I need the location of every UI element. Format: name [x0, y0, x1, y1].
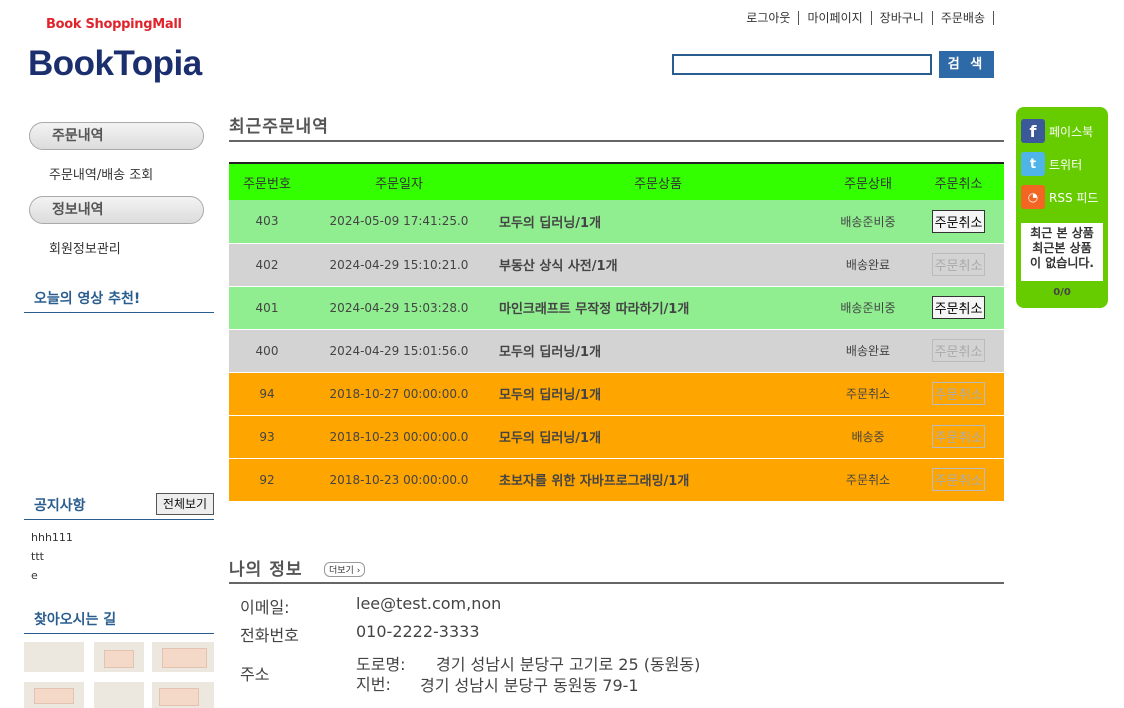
rss-label: RSS 피드: [1049, 190, 1099, 205]
col-product: 주문상품: [493, 162, 823, 200]
order-no: 92: [229, 458, 305, 502]
facebook-link[interactable]: f 페이스북: [1021, 119, 1093, 143]
myinfo-divider: [229, 582, 1004, 584]
order-product[interactable]: 모두의 딥러닝/1개: [493, 329, 823, 373]
lot-address-value: 경기 성남시 분당구 동원동 79-1: [420, 676, 639, 695]
cancel-order-button: 주문취소: [931, 425, 986, 448]
directions-heading: 찾아오시는 길: [24, 609, 214, 634]
sidebar-item-order-lookup[interactable]: 주문내역/배송 조회: [49, 164, 153, 183]
cancel-order-button[interactable]: 주문취소: [931, 209, 986, 233]
recent-products-title: 최근 본 상품: [1030, 226, 1094, 240]
address-label: 주소: [240, 665, 270, 684]
table-row: 400 2024-04-29 15:01:56.0 모두의 딥러닝/1개 배송완…: [229, 329, 1004, 373]
nav-order-delivery[interactable]: 주문배송: [933, 11, 994, 25]
sidebar-section-info: 정보내역: [29, 196, 204, 224]
rss-link[interactable]: ◔ RSS 피드: [1021, 185, 1098, 209]
recent-products-empty-line1: 최근본 상품: [1032, 241, 1092, 255]
table-row: 93 2018-10-23 00:00:00.0 모두의 딥러닝/1개 배송중 …: [229, 415, 1004, 459]
order-date: 2024-05-09 17:41:25.0: [305, 200, 493, 244]
orders-title: 최근주문내역: [229, 117, 329, 137]
order-product[interactable]: 초보자를 위한 자바프로그래밍/1개: [493, 458, 823, 502]
email-value: lee@test.com,non: [356, 594, 502, 613]
order-product[interactable]: 모두의 딥러닝/1개: [493, 200, 823, 244]
order-status: 배송완료: [823, 243, 913, 287]
order-date: 2024-04-29 15:03:28.0: [305, 286, 493, 330]
recent-products-counter: 0/0: [1053, 287, 1071, 298]
twitter-icon: t: [1021, 152, 1045, 176]
order-status: 주문취소: [823, 372, 913, 416]
order-date: 2024-04-29 15:10:21.0: [305, 243, 493, 287]
sidebar-item-member-info[interactable]: 회원정보관리: [49, 238, 121, 257]
notice-item[interactable]: hhh111: [31, 531, 73, 544]
col-cancel: 주문취소: [913, 162, 1004, 200]
col-status: 주문상태: [823, 162, 913, 200]
order-no: 400: [229, 329, 305, 373]
twitter-label: 트위터: [1049, 157, 1083, 172]
phone-label: 전화번호: [240, 626, 299, 645]
table-row: 402 2024-04-29 15:10:21.0 부동산 상식 사전/1개 배…: [229, 243, 1004, 287]
order-date: 2018-10-23 00:00:00.0: [305, 458, 493, 502]
notice-item[interactable]: ttt: [31, 550, 44, 563]
facebook-icon: f: [1021, 119, 1045, 143]
myinfo-more-button[interactable]: 더보기 ›: [324, 562, 366, 577]
order-no: 93: [229, 415, 305, 459]
twitter-link[interactable]: t 트위터: [1021, 152, 1082, 176]
order-status: 배송준비중: [823, 200, 913, 244]
order-product[interactable]: 부동산 상식 사전/1개: [493, 243, 823, 287]
nav-cart[interactable]: 장바구니: [872, 11, 933, 25]
cancel-order-button: 주문취소: [931, 339, 986, 362]
search-button[interactable]: 검 색: [939, 51, 994, 78]
myinfo-title: 나의 정보: [229, 560, 303, 580]
order-status: 주문취소: [823, 458, 913, 502]
table-row: 94 2018-10-27 00:00:00.0 모두의 딥러닝/1개 주문취소…: [229, 372, 1004, 416]
top-nav: 로그아웃 마이페이지 장바구니 주문배송: [738, 11, 994, 25]
notice-item[interactable]: e: [31, 569, 38, 582]
orders-divider: [229, 140, 1004, 142]
cancel-order-button: 주문취소: [931, 382, 986, 405]
order-date: 2018-10-23 00:00:00.0: [305, 415, 493, 459]
orders-header-row: 주문번호 주문일자 주문상품 주문상태 주문취소: [229, 162, 1004, 200]
table-row: 403 2024-05-09 17:41:25.0 모두의 딥러닝/1개 배송준…: [229, 200, 1004, 244]
cancel-order-button: 주문취소: [931, 468, 986, 491]
brand-subtitle: Book ShoppingMall: [46, 17, 182, 32]
order-no: 401: [229, 286, 305, 330]
order-status: 배송완료: [823, 329, 913, 373]
order-no: 403: [229, 200, 305, 244]
col-order-date: 주문일자: [305, 162, 493, 200]
phone-value: 010-2222-3333: [356, 622, 480, 641]
lot-address-label: 지번:: [356, 675, 391, 694]
brand-logo[interactable]: BookTopia: [28, 44, 202, 84]
recent-products-box: 최근 본 상품 최근본 상품 이 없습니다.: [1021, 223, 1103, 281]
recent-products-empty-line2: 이 없습니다.: [1030, 256, 1094, 270]
order-status: 배송중: [823, 415, 913, 459]
order-no: 402: [229, 243, 305, 287]
order-date: 2024-04-29 15:01:56.0: [305, 329, 493, 373]
order-product[interactable]: 모두의 딥러닝/1개: [493, 415, 823, 459]
orders-table: 주문번호 주문일자 주문상품 주문상태 주문취소 403 2024-05-09 …: [229, 162, 1004, 502]
order-no: 94: [229, 372, 305, 416]
directions-map[interactable]: [24, 642, 214, 708]
order-date: 2018-10-27 00:00:00.0: [305, 372, 493, 416]
email-label: 이메일:: [240, 598, 290, 617]
order-product[interactable]: 마인크래프트 무작정 따라하기/1개: [493, 286, 823, 330]
nav-logout[interactable]: 로그아웃: [738, 11, 800, 25]
cancel-order-button[interactable]: 주문취소: [931, 296, 986, 319]
notice-all-button[interactable]: 전체보기: [156, 493, 214, 515]
order-product[interactable]: 모두의 딥러닝/1개: [493, 372, 823, 416]
rss-icon: ◔: [1021, 185, 1045, 209]
table-row: 92 2018-10-23 00:00:00.0 초보자를 위한 자바프로그래밍…: [229, 458, 1004, 502]
nav-mypage[interactable]: 마이페이지: [799, 11, 872, 25]
quick-menu-widget: f 페이스북 t 트위터 ◔ RSS 피드 최근 본 상품 최근본 상품 이 없…: [1016, 107, 1108, 308]
video-heading: 오늘의 영상 추천!: [24, 288, 214, 313]
search-input[interactable]: [672, 54, 932, 75]
facebook-label: 페이스북: [1049, 124, 1094, 139]
col-order-no: 주문번호: [229, 162, 305, 200]
sidebar-section-orders: 주문내역: [29, 122, 204, 150]
cancel-order-button: 주문취소: [931, 253, 986, 276]
order-status: 배송준비중: [823, 286, 913, 330]
table-row: 401 2024-04-29 15:03:28.0 마인크래프트 무작정 따라하…: [229, 286, 1004, 330]
